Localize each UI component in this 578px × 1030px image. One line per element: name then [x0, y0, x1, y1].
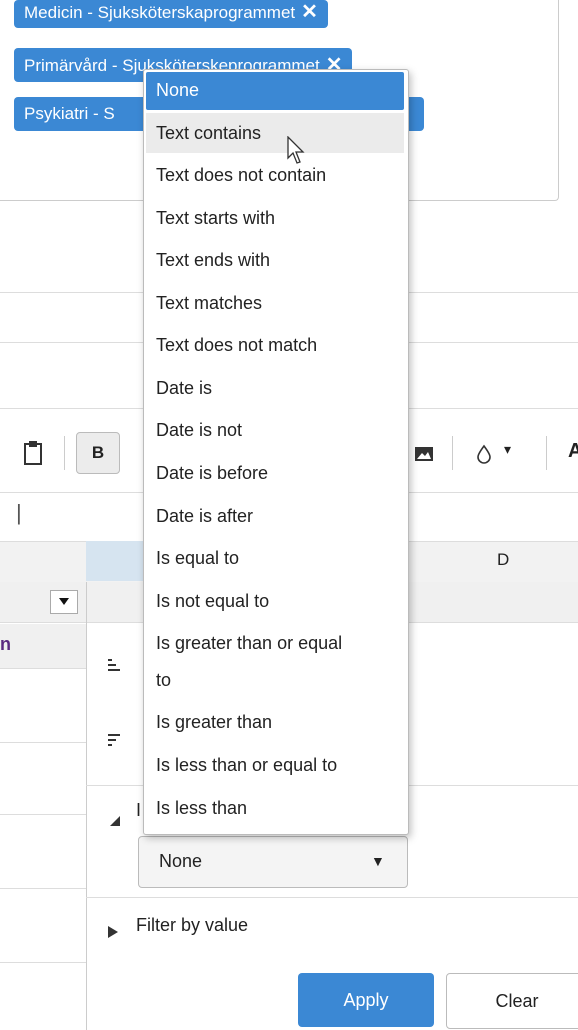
- option-text-matches[interactable]: Text matches: [156, 293, 262, 314]
- option-is-less-than-or-equal-to[interactable]: Is less than or equal to: [156, 755, 337, 776]
- row-line: [0, 814, 86, 815]
- expand-arrow-icon[interactable]: [108, 922, 120, 938]
- clear-label: Clear: [495, 990, 539, 1011]
- condition-dropdown-menu: None Text contains Text does not contain…: [143, 69, 409, 835]
- row-line: [0, 742, 86, 743]
- tag-label: Psykiatri - S: [24, 104, 115, 123]
- filter-by-condition-label[interactable]: I: [136, 800, 141, 821]
- option-date-is[interactable]: Date is: [156, 378, 212, 399]
- image-icon[interactable]: [410, 440, 438, 468]
- clipboard-icon[interactable]: [18, 436, 48, 470]
- apply-button[interactable]: Apply: [298, 973, 434, 1027]
- toolbar-separator: [452, 436, 453, 470]
- fill-caret-icon[interactable]: ▾: [504, 441, 511, 458]
- tag-remove-icon[interactable]: ✕: [301, 1, 318, 23]
- chevron-down-icon: ▼: [371, 853, 385, 869]
- column-header-d[interactable]: D: [497, 550, 509, 570]
- divider: [86, 897, 578, 898]
- row-line: [0, 888, 86, 889]
- condition-select[interactable]: None ▼: [138, 836, 408, 888]
- bold-label: B: [91, 443, 105, 462]
- tag-label: Medicin - Sjuksköterskaprogrammet: [24, 3, 296, 22]
- expand-arrow-icon[interactable]: [110, 810, 122, 826]
- condition-select-value: None: [159, 851, 203, 871]
- toolbar-separator: [546, 436, 547, 470]
- option-text-ends-with[interactable]: Text ends with: [156, 250, 270, 271]
- apply-label: Apply: [343, 989, 389, 1010]
- bold-button[interactable]: B: [76, 432, 120, 474]
- formula-cursor[interactable]: |: [16, 500, 22, 526]
- option-is-less-than[interactable]: Is less than: [156, 798, 247, 819]
- option-date-is-before[interactable]: Date is before: [156, 463, 268, 484]
- option-is-greater-than-or-equal-to[interactable]: Is greater than or equal: [156, 633, 342, 654]
- option-text-does-not-match[interactable]: Text does not match: [156, 335, 317, 356]
- option-text-starts-with[interactable]: Text starts with: [156, 208, 275, 229]
- mouse-pointer-icon: [286, 135, 308, 166]
- option-text-does-not-contain[interactable]: Text does not contain: [156, 165, 326, 186]
- option-text-contains[interactable]: Text contains: [156, 123, 261, 144]
- column-header-selected[interactable]: [86, 541, 146, 581]
- option-date-is-after[interactable]: Date is after: [156, 506, 253, 527]
- option-is-greater-than[interactable]: Is greater than: [156, 712, 272, 733]
- clear-button[interactable]: Clear: [446, 973, 578, 1029]
- option-is-greater-than-or-equal-to-wrap[interactable]: to: [156, 670, 171, 691]
- row-header-fragment: n: [0, 634, 11, 654]
- sort-ascending-icon[interactable]: [108, 656, 124, 674]
- drop-icon[interactable]: [472, 440, 496, 468]
- toolbar-separator: [64, 436, 65, 470]
- option-is-equal-to[interactable]: Is equal to: [156, 548, 239, 569]
- filter-by-value-label[interactable]: Filter by value: [136, 915, 248, 936]
- text-color-label[interactable]: A: [568, 440, 578, 463]
- grid-line: [86, 582, 87, 1030]
- option-none[interactable]: None: [156, 80, 199, 101]
- option-is-not-equal-to[interactable]: Is not equal to: [156, 591, 269, 612]
- option-date-is-not[interactable]: Date is not: [156, 420, 242, 441]
- row-line: [0, 962, 86, 963]
- tag-medicin: Medicin - Sjuksköterskaprogrammet ✕: [14, 0, 328, 28]
- cell[interactable]: n: [0, 624, 86, 669]
- column-filter-dropdown-button[interactable]: [50, 590, 78, 614]
- sort-descending-icon[interactable]: [108, 733, 124, 751]
